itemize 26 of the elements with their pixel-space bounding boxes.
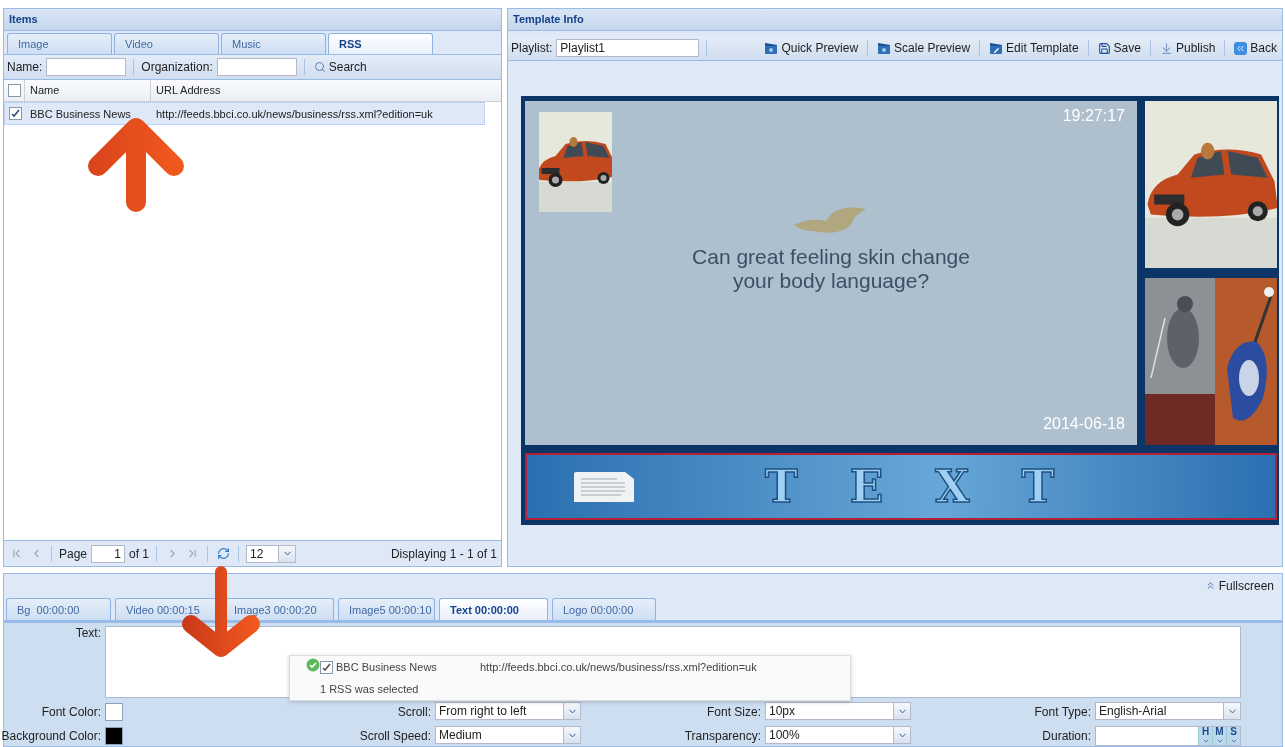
rss-name: BBC Business News [320, 660, 480, 674]
field-label: Font Color: [41, 705, 101, 719]
clock-text: 19:27:17 [1062, 107, 1125, 125]
field-label: Font Size: [706, 705, 761, 719]
field-label: Playlist: [511, 41, 553, 55]
status-message: 1 RSS was selected [320, 683, 420, 695]
field-label: Name: [7, 60, 43, 74]
date-text: 2014-06-18 [1043, 415, 1125, 433]
headline-text: Can great feeling skin change your body language? [691, 245, 971, 293]
table-cell-text: http://feeds.bbci.co.uk/news/business/rss.xml?edition=uk [155, 107, 434, 120]
field-label: Text: [75, 626, 101, 640]
field-label: Scroll Speed: [359, 729, 431, 743]
ticker-text: TEXT [765, 461, 1107, 512]
panel-title: Items [4, 9, 501, 31]
display-info: Displaying 1 - 1 of 1 [390, 546, 497, 561]
panel-title: Template Info [508, 9, 1282, 31]
table-cell-text: BBC Business News [29, 107, 132, 120]
field-label: Organization: [141, 60, 213, 74]
page-label: Page [59, 546, 88, 561]
field-label: Background Color: [1, 729, 101, 743]
field-label: Font Type: [1034, 705, 1091, 719]
field-label: Scroll: [397, 705, 431, 719]
page-count: of 1 [129, 546, 150, 561]
field-label: Duration: [1042, 729, 1091, 743]
field-label: Transparency: [684, 729, 761, 743]
rss-url: http://feeds.bbci.co.uk/news/business/rss.xml?edition=uk [480, 661, 758, 673]
